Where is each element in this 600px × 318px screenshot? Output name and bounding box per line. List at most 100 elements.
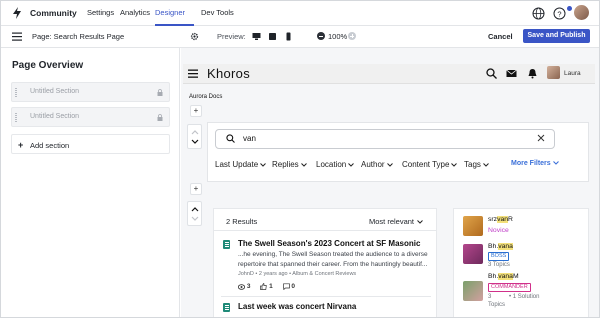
- save-and-publish-button[interactable]: Save and Publish: [523, 29, 590, 43]
- likes-count: 1: [269, 283, 273, 291]
- chevron-down-icon: [300, 163, 307, 167]
- chevron-down-icon: [451, 163, 458, 167]
- gear-icon[interactable]: [190, 32, 199, 41]
- filter-location[interactable]: Location: [316, 160, 355, 169]
- clear-search-icon[interactable]: [537, 134, 545, 142]
- nav-dev-tools[interactable]: Dev Tools: [201, 8, 234, 17]
- filter-label: Location: [316, 160, 347, 169]
- search-input[interactable]: [215, 129, 555, 149]
- user-topics: 3 Topics: [488, 262, 510, 268]
- profile-name[interactable]: Laura: [564, 70, 581, 77]
- chevron-down-icon: [386, 163, 393, 167]
- more-filters-link[interactable]: More Filters: [511, 160, 559, 167]
- add-widget-button[interactable]: +: [190, 183, 202, 195]
- panel-title: Page Overview: [12, 60, 84, 71]
- chevron-down-icon: [348, 163, 355, 167]
- brand-logo[interactable]: Khoros: [207, 66, 250, 81]
- community-logo-icon: [13, 7, 21, 19]
- add-section-label: Add section: [30, 141, 70, 150]
- filter-last-update[interactable]: Last Update: [215, 160, 266, 169]
- user-avatar[interactable]: [463, 281, 483, 301]
- user-name[interactable]: srzvanR: [488, 216, 513, 223]
- filter-replies[interactable]: Replies: [272, 160, 307, 169]
- zoom-level: 100%: [328, 32, 348, 41]
- add-section-button[interactable]: + Add section: [11, 134, 170, 154]
- thumbs-up-icon: [260, 283, 267, 290]
- add-widget-button[interactable]: +: [190, 105, 202, 117]
- chevron-down-icon[interactable]: [191, 139, 199, 145]
- preview-label: Preview:: [217, 32, 246, 41]
- move-controls: [187, 124, 202, 149]
- nav-settings[interactable]: Settings: [87, 8, 114, 17]
- plus-icon: +: [18, 140, 24, 150]
- result-title[interactable]: The Swell Season's 2023 Concert at SF Ma…: [238, 239, 420, 248]
- menu-icon[interactable]: [12, 32, 22, 41]
- globe-icon[interactable]: [532, 7, 545, 20]
- help-icon[interactable]: ?: [553, 7, 566, 20]
- views-count: 3: [246, 283, 251, 291]
- user-name[interactable]: Bh.vanaM: [488, 273, 519, 280]
- filter-label: Last Update: [215, 160, 259, 169]
- filter-label: Replies: [272, 160, 299, 169]
- replies-stat: 0: [282, 283, 295, 291]
- name-part: srz: [488, 216, 498, 223]
- user-avatar[interactable]: [574, 5, 589, 20]
- mail-icon[interactable]: [506, 68, 517, 79]
- nav-analytics[interactable]: Analytics: [120, 8, 150, 17]
- nav-designer[interactable]: Designer: [155, 8, 185, 17]
- search-icon: [226, 134, 235, 143]
- user-name[interactable]: Bh.vana: [488, 243, 513, 250]
- desktop-icon[interactable]: [252, 32, 261, 41]
- bell-icon[interactable]: [527, 68, 538, 79]
- cancel-button[interactable]: Cancel: [488, 32, 513, 41]
- chevron-down-icon: [552, 161, 559, 165]
- result-title[interactable]: Last week was concert Nirvana: [238, 302, 356, 311]
- filter-label: Author: [361, 160, 385, 169]
- filter-tags[interactable]: Tags: [464, 160, 489, 169]
- lock-icon: [157, 114, 163, 121]
- search-icon[interactable]: [486, 68, 497, 79]
- user-avatar[interactable]: [463, 216, 483, 236]
- chevron-up-icon[interactable]: [191, 129, 199, 135]
- user-avatar[interactable]: [463, 244, 483, 264]
- filter-author[interactable]: Author: [361, 160, 393, 169]
- name-part: Bh.: [488, 243, 499, 250]
- drag-handle-icon[interactable]: [15, 113, 17, 122]
- svg-text:?: ?: [557, 9, 561, 18]
- name-part: Bh.: [488, 273, 499, 280]
- page-title: Page: Search Results Page: [32, 32, 125, 41]
- chevron-down-icon[interactable]: [191, 216, 199, 222]
- zoom-in-button[interactable]: [348, 32, 356, 40]
- sort-dropdown[interactable]: Most relevant: [369, 217, 423, 226]
- section-item[interactable]: Untitled Section: [11, 82, 170, 102]
- name-highlight: vana: [498, 273, 513, 280]
- tablet-icon[interactable]: [268, 32, 277, 41]
- profile-avatar[interactable]: [547, 66, 560, 79]
- chevron-up-icon[interactable]: [191, 206, 199, 212]
- filter-content-type[interactable]: Content Type: [402, 160, 458, 169]
- section-label: Untitled Section: [30, 88, 80, 95]
- breadcrumb[interactable]: Aurora Docs: [189, 94, 222, 100]
- hamburger-menu-icon[interactable]: [188, 69, 198, 78]
- drag-handle-icon[interactable]: [15, 88, 17, 97]
- more-filters-label: More Filters: [511, 160, 551, 167]
- rank-badge: COMMANDER: [488, 283, 531, 292]
- user-solutions: • 1 Solution: [509, 294, 540, 300]
- divider: [213, 230, 437, 231]
- comment-icon: [282, 283, 290, 291]
- filter-label: Content Type: [402, 160, 450, 169]
- article-icon: [223, 240, 230, 249]
- section-item[interactable]: Untitled Section: [11, 107, 170, 127]
- sort-label: Most relevant: [369, 217, 415, 226]
- likes-stat: 1: [260, 283, 273, 291]
- user-rank: Novice: [488, 227, 509, 234]
- lock-icon: [157, 89, 163, 96]
- zoom-out-button[interactable]: [317, 32, 325, 40]
- chevron-down-icon: [483, 163, 489, 167]
- article-icon: [223, 303, 230, 312]
- search-value: van: [243, 134, 256, 143]
- result-meta: JohnD • 2 years ago • Album & Concert Re…: [238, 271, 357, 277]
- mobile-icon[interactable]: [284, 32, 293, 41]
- user-topics-label: Topics: [488, 302, 506, 308]
- views-stat: 3: [237, 283, 251, 291]
